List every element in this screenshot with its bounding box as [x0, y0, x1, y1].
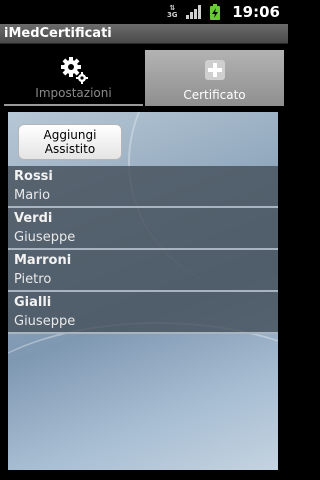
patient-surname: Rossi	[14, 169, 53, 184]
patient-name: Giuseppe	[14, 314, 76, 329]
gear-icon	[60, 57, 88, 84]
list-item[interactable]: Verdi Giuseppe	[8, 208, 278, 250]
add-patient-button[interactable]: Aggiungi Assistito	[18, 124, 122, 160]
plus-icon	[204, 60, 225, 80]
tab-bar: Impostazioni Certificato	[4, 50, 284, 106]
patient-name: Pietro	[14, 272, 52, 287]
tab-certificato[interactable]: Certificato	[145, 50, 284, 106]
patient-surname: Verdi	[14, 211, 53, 226]
list-item[interactable]: Gialli Giuseppe	[8, 292, 278, 334]
signal-icon	[186, 5, 202, 19]
tab-label: Impostazioni	[35, 86, 112, 100]
tab-label: Certificato	[183, 88, 246, 102]
patient-surname: Gialli	[14, 295, 52, 310]
patient-surname: Marroni	[14, 253, 72, 268]
status-bar: ⇅ 3G 19:06	[0, 0, 288, 24]
list-item[interactable]: Marroni Pietro	[8, 250, 278, 292]
patient-name: Giuseppe	[14, 230, 76, 245]
tab-impostazioni[interactable]: Impostazioni	[4, 50, 143, 106]
patient-list: Rossi Mario Verdi Giuseppe Marroni Pietr…	[8, 166, 278, 334]
app-title: iMedCertificati	[4, 26, 112, 41]
main-content: Aggiungi Assistito Rossi Mario Verdi Giu…	[8, 112, 278, 470]
list-item[interactable]: Rossi Mario	[8, 166, 278, 208]
data-3g-icon: ⇅ 3G	[166, 4, 178, 19]
clock: 19:06	[232, 3, 280, 21]
battery-charging-icon	[210, 4, 221, 20]
title-bar: iMedCertificati	[0, 24, 288, 44]
patient-name: Mario	[14, 188, 51, 203]
